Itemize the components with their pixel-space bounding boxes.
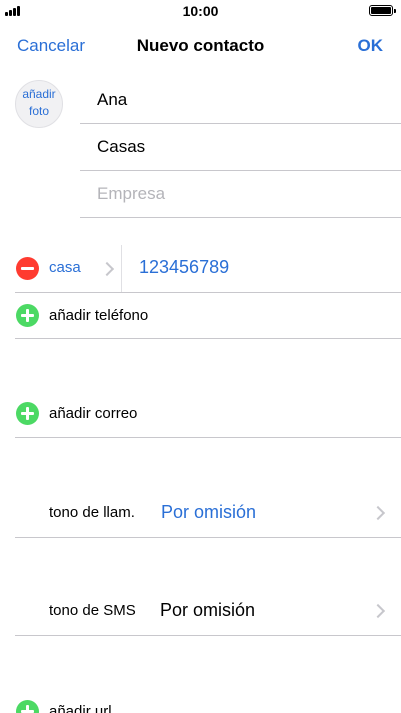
add-phone-label: añadir teléfono: [49, 307, 149, 324]
add-photo-label-line1: añadir: [22, 87, 56, 101]
add-url-row[interactable]: añadir url: [0, 690, 401, 713]
chevron-right-icon: [370, 603, 386, 619]
add-email-icon[interactable]: [16, 402, 39, 425]
add-phone-icon[interactable]: [16, 304, 39, 327]
battery-icon: [369, 5, 396, 16]
status-time: 10:00: [182, 3, 219, 19]
sms-tone-value: Por omisión: [160, 600, 256, 620]
ringtone-value: Por omisión: [161, 502, 257, 522]
add-url-icon[interactable]: [16, 700, 39, 713]
page-title: Nuevo contacto: [136, 36, 265, 55]
new-contact-screen: 10:00 Cancelar Nuevo contacto OK añadir …: [0, 0, 401, 713]
ringtone-label: tono de llam.: [49, 504, 135, 521]
add-email-label: añadir correo: [49, 405, 138, 422]
add-email-row[interactable]: añadir correo: [0, 391, 401, 438]
chevron-right-icon: [99, 261, 115, 277]
add-photo-button[interactable]: añadir foto: [15, 80, 63, 128]
ok-button[interactable]: OK: [358, 36, 384, 56]
status-bar: 10:00: [0, 0, 401, 22]
sms-tone-row[interactable]: tono de SMS Por omisión: [0, 587, 401, 636]
add-url-label: añadir url: [49, 703, 112, 713]
remove-phone-icon[interactable]: [16, 257, 39, 280]
ringtone-row[interactable]: tono de llam. Por omisión: [0, 489, 401, 538]
last-name-value: Casas: [97, 137, 146, 156]
phone-number-field[interactable]: 123456789: [139, 257, 229, 278]
phone-row: casa 123456789: [0, 245, 401, 292]
sms-tone-label: tono de SMS: [49, 602, 136, 619]
company-placeholder: Empresa: [97, 184, 166, 203]
chevron-right-icon: [370, 505, 386, 521]
add-photo-label-line2: foto: [28, 104, 49, 118]
phone-type-label[interactable]: casa: [49, 259, 81, 276]
phone-divider: [121, 245, 122, 292]
company-field[interactable]: Empresa: [80, 171, 401, 218]
last-name-field[interactable]: Casas: [80, 124, 401, 171]
first-name-field[interactable]: Ana: [80, 77, 401, 124]
first-name-value: Ana: [97, 90, 128, 109]
navigation-bar: Cancelar Nuevo contacto OK: [0, 24, 401, 68]
add-phone-row[interactable]: añadir teléfono: [0, 293, 401, 339]
